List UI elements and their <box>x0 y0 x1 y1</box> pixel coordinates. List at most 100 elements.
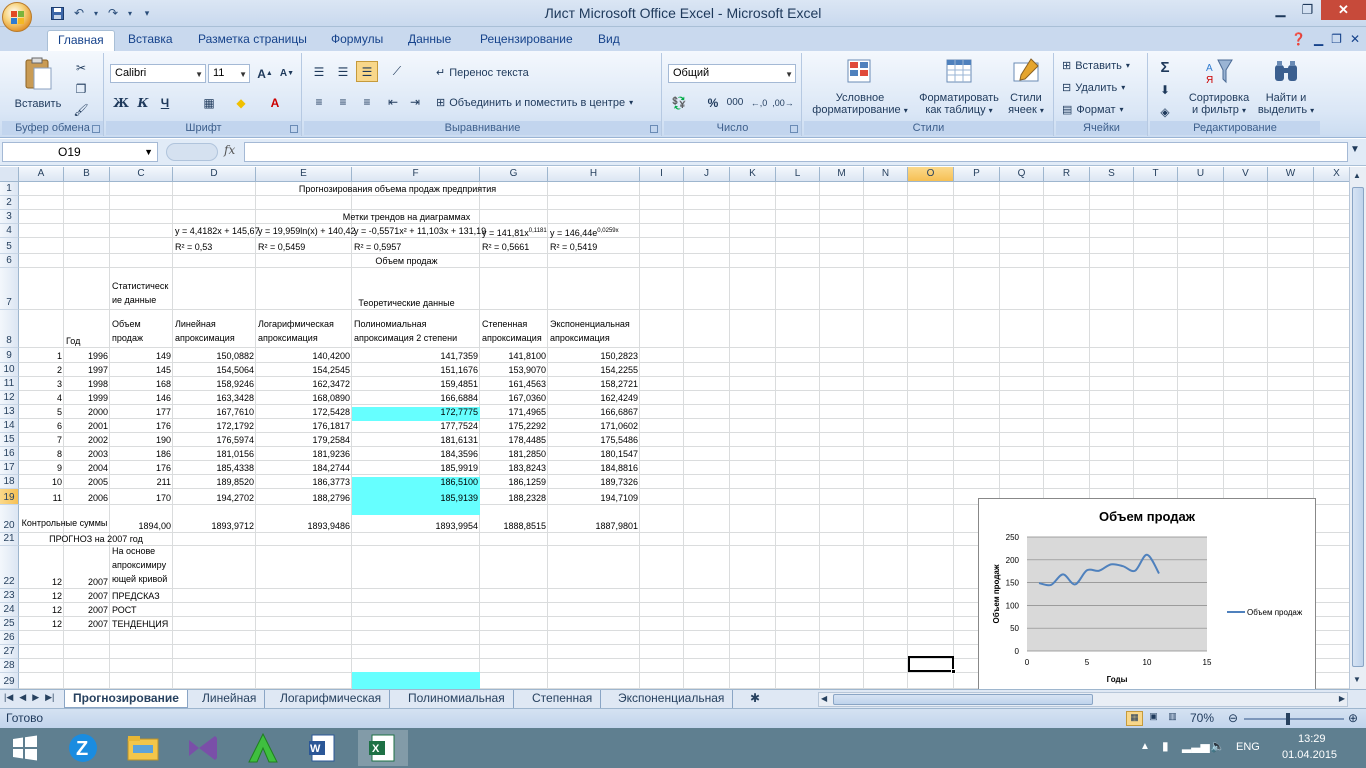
decrease-decimal-icon[interactable]: ,00→ <box>772 92 794 113</box>
column-header-o[interactable]: O <box>908 167 954 182</box>
language-indicator[interactable]: ENG <box>1236 741 1260 753</box>
start-button[interactable] <box>0 730 50 766</box>
number-launcher-icon[interactable] <box>790 125 798 133</box>
format-as-table-button[interactable]: Форматировать как таблицу ▾ <box>912 57 1006 116</box>
zoom-in-icon[interactable]: ⊕ <box>1348 711 1358 725</box>
orientation-icon[interactable]: ⟋ <box>386 61 408 82</box>
wrap-text-button[interactable]: ↵ Перенос текста <box>436 66 529 80</box>
row-header-7[interactable]: 7 <box>0 268 19 310</box>
column-header-q[interactable]: Q <box>1000 167 1044 182</box>
decrease-indent-icon[interactable]: ⇤ <box>382 91 404 112</box>
insert-function-button[interactable]: fx <box>224 143 235 157</box>
row-header-26[interactable]: 26 <box>0 631 19 645</box>
column-header-w[interactable]: W <box>1268 167 1314 182</box>
scroll-left-icon[interactable]: ◀ <box>821 694 827 703</box>
align-right-icon[interactable]: ≡ <box>356 91 378 112</box>
spreadsheet-grid[interactable]: ABCDEFGHIJKLMNOPQRSTUVWX 1 2 3 4 5 6 7 8 9 10 11 12… <box>0 167 1349 689</box>
formula-input[interactable] <box>244 142 1348 162</box>
column-header-f[interactable]: F <box>352 167 480 182</box>
column-header-h[interactable]: H <box>548 167 640 182</box>
font-name-select[interactable]: Calibri ▼ <box>110 64 206 83</box>
font-color-icon[interactable]: A <box>264 92 286 113</box>
column-header-j[interactable]: J <box>684 167 730 182</box>
italic-button[interactable]: К <box>132 92 154 113</box>
taskbar-visual-studio[interactable] <box>178 730 228 766</box>
column-header-k[interactable]: K <box>730 167 776 182</box>
percent-button[interactable]: % <box>702 92 724 113</box>
row-header-15[interactable]: 15 <box>0 433 19 447</box>
zoom-level[interactable]: 70% <box>1190 711 1214 725</box>
last-sheet-icon[interactable]: ▶| <box>45 692 54 703</box>
normal-view-icon[interactable]: ▦ <box>1126 711 1143 726</box>
align-bottom-icon[interactable]: ☰ <box>356 61 378 82</box>
page-break-view-icon[interactable]: ▥ <box>1164 711 1181 726</box>
horizontal-scroll-thumb[interactable] <box>833 694 1093 705</box>
column-header-r[interactable]: R <box>1044 167 1090 182</box>
zoom-slider-handle[interactable] <box>1286 713 1290 725</box>
row-header-11[interactable]: 11 <box>0 377 19 391</box>
help-icon[interactable]: ❓ <box>1291 32 1306 46</box>
row-header-5[interactable]: 5 <box>0 238 19 254</box>
formula-bar-expander[interactable] <box>166 143 218 161</box>
office-button[interactable] <box>2 2 32 32</box>
paste-button[interactable]: Вставить <box>10 57 66 110</box>
font-size-select[interactable]: 11 ▼ <box>208 64 250 83</box>
sheet-tab-exp[interactable]: Экспоненциальная <box>610 690 734 708</box>
row-header-9[interactable]: 9 <box>0 348 19 363</box>
column-header-b[interactable]: B <box>64 167 110 182</box>
column-header-p[interactable]: P <box>954 167 1000 182</box>
tab-insert[interactable]: Вставка <box>118 30 183 51</box>
sheet-tab-forecast[interactable]: Прогнозирование <box>64 690 188 708</box>
sheet-tab-poly[interactable]: Полиномиальная <box>400 690 514 708</box>
row-header-2[interactable]: 2 <box>0 196 19 210</box>
sheet-tab-power[interactable]: Степенная <box>524 690 602 708</box>
tab-home[interactable]: Главная <box>47 30 115 51</box>
row-header-24[interactable]: 24 <box>0 603 19 617</box>
taskbar-excel[interactable]: X <box>358 730 408 766</box>
clock-date[interactable]: 01.04.2015 <box>1282 749 1337 761</box>
row-header-19[interactable]: 19 <box>0 489 19 505</box>
align-top-icon[interactable]: ☰ <box>308 61 330 82</box>
delete-cells-button[interactable]: ⊟ Удалить ▾ <box>1062 81 1125 95</box>
autosum-button[interactable]: Σ <box>1154 57 1176 78</box>
column-header-u[interactable]: U <box>1178 167 1224 182</box>
column-header-e[interactable]: E <box>256 167 352 182</box>
row-header-29[interactable]: 29 <box>0 673 19 689</box>
minimize-icon[interactable]: ▁ <box>1267 0 1294 20</box>
restore-icon[interactable]: ❐ <box>1294 0 1321 20</box>
row-header-10[interactable]: 10 <box>0 363 19 377</box>
volume-icon[interactable]: 🔈 <box>1210 739 1225 753</box>
row-header-1[interactable]: 1 <box>0 182 19 196</box>
increase-decimal-icon[interactable]: ←,0 <box>748 92 770 113</box>
column-header-s[interactable]: S <box>1090 167 1134 182</box>
sheet-tab-log[interactable]: Логарифмическая <box>272 690 391 708</box>
cell-styles-button[interactable]: Стили ячеек ▾ <box>1002 57 1050 116</box>
row-header-20[interactable]: 20 <box>0 505 19 533</box>
underline-button[interactable]: Ч <box>154 92 176 113</box>
row-header-13[interactable]: 13 <box>0 405 19 419</box>
font-launcher-icon[interactable] <box>290 125 298 133</box>
fill-color-icon[interactable]: ◆ <box>230 92 252 113</box>
column-header-x[interactable]: X <box>1314 167 1349 182</box>
row-header-27[interactable]: 27 <box>0 645 19 659</box>
column-header-c[interactable]: C <box>110 167 173 182</box>
merge-center-button[interactable]: ⊞ Объединить и поместить в центре ▾ <box>436 96 633 110</box>
page-layout-view-icon[interactable]: ▣ <box>1145 711 1162 726</box>
tray-expand-icon[interactable]: ▲ <box>1140 741 1150 752</box>
align-center-icon[interactable]: ≡ <box>332 91 354 112</box>
sheet-tab-linear[interactable]: Линейная <box>194 690 266 708</box>
fill-icon[interactable]: ⬇ <box>1154 79 1176 100</box>
next-sheet-icon[interactable]: ▶ <box>32 692 39 703</box>
row-header-3[interactable]: 3 <box>0 210 19 224</box>
column-header-a[interactable]: A <box>19 167 64 182</box>
signal-icon[interactable]: ▂▃▅ <box>1182 739 1210 753</box>
borders-icon[interactable]: ▦ <box>198 92 220 113</box>
insert-sheet-icon[interactable]: ✱ <box>742 690 768 708</box>
ribbon-minimize-icon[interactable]: ▁ <box>1314 32 1323 46</box>
increase-indent-icon[interactable]: ⇥ <box>404 91 426 112</box>
clipboard-launcher-icon[interactable] <box>92 125 100 133</box>
thousands-button[interactable]: 000 <box>724 92 746 113</box>
grow-font-icon[interactable]: A ▲ <box>254 63 276 84</box>
insert-cells-button[interactable]: ⊞ Вставить ▾ <box>1062 59 1130 73</box>
scroll-right-icon[interactable]: ▶ <box>1339 694 1345 703</box>
